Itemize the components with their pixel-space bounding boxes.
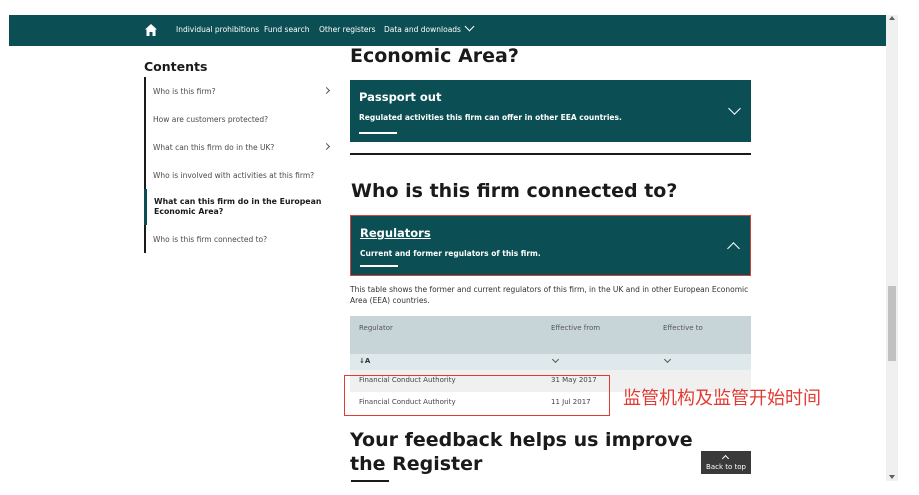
chevron-up-icon [721,454,730,463]
accordion-title: Passport out [359,90,442,104]
toc-item-label: Who is this firm connected to? [153,234,268,244]
table-of-contents: Who is this firm? How are customers prot… [144,77,334,253]
accordion-underline [360,265,398,267]
scroll-thumb[interactable] [888,286,896,361]
nav-data-and-downloads-label: Data and downloads [384,25,461,34]
chevron-down-icon[interactable] [663,355,672,364]
home-icon[interactable] [144,23,158,37]
vertical-scrollbar[interactable] [886,15,898,481]
toc-item-label: What can this firm do in the European Ec… [154,196,322,216]
accordion-subtitle: Regulated activities this firm can offer… [359,113,622,122]
column-header-regulator[interactable]: Regulator [359,324,393,332]
section-heading-eea: Economic Area? [350,45,519,67]
back-to-top-button[interactable]: Back to top [701,451,751,474]
annotation-label: 监管机构及监管开始时间 [623,388,821,409]
chevron-right-icon [322,142,331,151]
chevron-down-icon[interactable] [728,102,741,115]
chevron-right-icon [322,86,331,95]
accordion-subtitle: Current and former regulators of this fi… [360,249,541,258]
back-to-top-label: Back to top [706,463,746,471]
column-header-effective-from[interactable]: Effective from [551,324,600,332]
toc-item-connected-to[interactable]: Who is this firm connected to? [144,225,334,253]
accordion-title-link[interactable]: Regulators [360,226,431,240]
chevron-down-icon[interactable] [551,355,560,364]
table-header: Regulator Effective from Effective to [350,316,751,354]
toc-item-what-in-uk[interactable]: What can this firm do in the UK? [144,133,334,161]
passport-out-accordion[interactable]: Passport out Regulated activities this f… [350,80,751,142]
toc-item-label: How are customers protected? [153,114,269,124]
chevron-down-icon [464,21,475,32]
toc-item-european-economic-area[interactable]: What can this firm do in the European Ec… [144,189,334,225]
toc-item-who-is-this-firm[interactable]: Who is this firm? [144,77,334,105]
nav-fund-search[interactable]: Fund search [264,25,309,34]
section-divider [350,153,751,155]
toc-item-customers-protected[interactable]: How are customers protected? [144,105,334,133]
toc-item-who-is-involved[interactable]: Who is involved with activities at this … [144,161,334,189]
annotation-highlight-box [344,375,610,416]
feedback-underline [351,480,389,482]
sort-az-control[interactable]: ↓A [359,357,370,365]
scroll-down-arrow-icon[interactable] [889,475,895,479]
nav-individual-prohibitions[interactable]: Individual prohibitions [176,25,259,34]
toc-item-label: Who is involved with activities at this … [153,170,315,180]
contents-heading: Contents [144,59,208,74]
feedback-heading: Your feedback helps us improve the Regis… [350,429,693,476]
column-header-effective-to[interactable]: Effective to [663,324,703,332]
scroll-up-arrow-icon[interactable] [889,16,895,20]
nav-other-registers[interactable]: Other registers [319,25,376,34]
accordion-underline [359,132,397,134]
nav-data-and-downloads[interactable]: Data and downloads [384,21,475,34]
regulators-intro-text: This table shows the former and current … [350,285,749,305]
toc-item-label: What can this firm do in the UK? [153,142,275,152]
sort-row: ↓A [350,354,751,370]
regulators-accordion[interactable]: Regulators Current and former regulators… [350,215,751,276]
section-heading-connected: Who is this firm connected to? [351,180,678,202]
toc-item-label: Who is this firm? [153,86,216,96]
chevron-up-icon[interactable] [727,242,740,255]
top-navigation: Individual prohibitions Fund search Othe… [9,15,887,46]
